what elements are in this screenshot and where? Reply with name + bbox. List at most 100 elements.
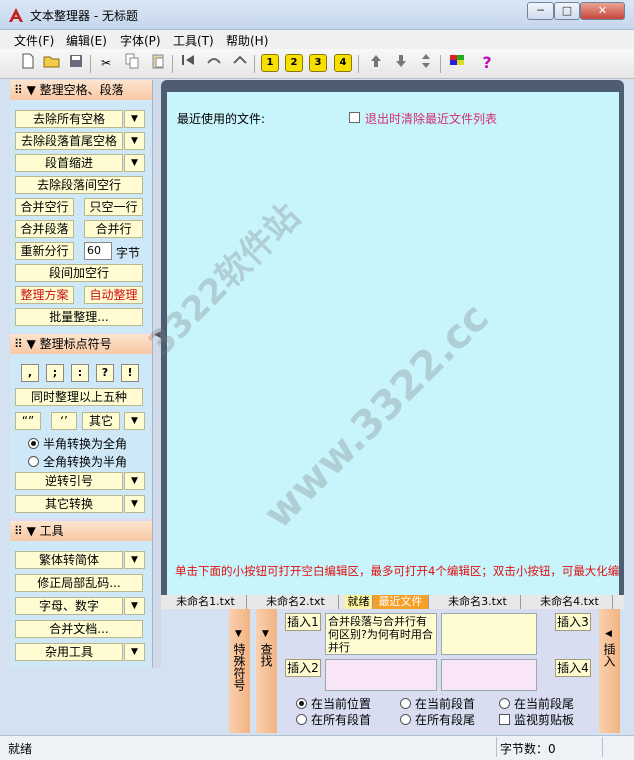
other-convert-button[interactable]: 其它转换 (15, 495, 123, 513)
insert3-button[interactable]: 插入3 (555, 613, 591, 631)
section-format-header[interactable]: ⠿ ▼ 整理空格、段落 (10, 80, 152, 100)
paste-icon[interactable] (148, 53, 168, 73)
maximize-button[interactable]: □ (554, 2, 580, 20)
help-icon[interactable]: ? (477, 53, 497, 73)
new-file-icon[interactable] (18, 53, 38, 73)
exclaim-button[interactable]: ! (121, 364, 139, 382)
tab-recent-files[interactable]: 最近文件 (373, 595, 429, 609)
merge-paragraphs-button[interactable]: 合并段落 (15, 220, 74, 238)
menu-bar: 文件(F) 编辑(E) 字体(P) 工具(T) 帮助(H) (0, 30, 634, 49)
editor-3-button[interactable]: 3 (309, 54, 327, 72)
tab-untitled-3[interactable]: 未命名3.txt (435, 595, 521, 609)
resplit-button[interactable]: 重新分行 (15, 242, 74, 260)
special-symbols-strip[interactable]: ▼ 特殊符号 (229, 609, 250, 733)
editor-area[interactable]: 最近使用的文件: 退出时清除最近文件列表 单击下面的小按钮可打开空白编辑区，最多… (167, 92, 619, 595)
minimize-button[interactable]: ─ (527, 2, 554, 20)
cut-icon[interactable]: ✂ (96, 53, 116, 73)
copy-icon[interactable] (122, 53, 142, 73)
letters-numbers-button[interactable]: 字母、数字 (15, 597, 123, 615)
all-start-radio[interactable] (296, 714, 307, 725)
merge-lines-button[interactable]: 合并行 (84, 220, 143, 238)
undo-icon[interactable] (204, 53, 224, 73)
insert4-button[interactable]: 插入4 (555, 659, 591, 677)
trad-to-simp-button[interactable]: 繁体转简体 (15, 551, 123, 569)
para-end-radio[interactable] (499, 698, 510, 709)
open-folder-icon[interactable] (42, 53, 62, 73)
remove-head-tail-spaces-button[interactable]: 去除段落首尾空格 (15, 132, 123, 150)
section-punct-header[interactable]: ⠿ ▼ 整理标点符号 (10, 334, 152, 354)
insert2-button[interactable]: 插入2 (285, 659, 321, 677)
only-one-blank-button[interactable]: 只空一行 (84, 198, 143, 216)
question-button[interactable]: ? (96, 364, 114, 382)
menu-help[interactable]: 帮助(H) (226, 32, 268, 49)
single-quote-button[interactable]: ‘’ (51, 412, 77, 430)
menu-file[interactable]: 文件(F) (14, 32, 54, 49)
close-button[interactable]: ✕ (580, 2, 625, 20)
chevron-down-icon[interactable]: ▼ (124, 110, 145, 128)
chevron-down-icon[interactable]: ▼ (124, 643, 145, 661)
merge-docs-button[interactable]: 合并文档... (15, 620, 143, 638)
all-end-radio[interactable] (400, 714, 411, 725)
misc-tools-button[interactable]: 杂用工具 (15, 643, 123, 661)
chevron-down-icon[interactable]: ▼ (124, 154, 145, 172)
insert2-memo[interactable] (325, 659, 437, 691)
reverse-quotes-button[interactable]: 逆转引号 (15, 472, 123, 490)
full-to-half-radio[interactable] (28, 456, 39, 467)
apply-five-button[interactable]: 同时整理以上五种 (15, 388, 143, 406)
insert4-memo[interactable] (441, 659, 537, 691)
other-punct-button[interactable]: 其它 (82, 412, 120, 430)
tab-untitled-1[interactable]: 未命名1.txt (165, 595, 247, 609)
half-to-full-radio[interactable] (28, 438, 39, 449)
arrow-updown-icon[interactable] (416, 53, 436, 73)
chevron-down-icon[interactable]: ▼ (124, 597, 145, 615)
double-quote-button[interactable]: “” (15, 412, 41, 430)
panel-splitter[interactable]: ◀ (152, 80, 161, 668)
color-palette-icon[interactable] (447, 53, 467, 73)
semicolon-button[interactable]: ; (46, 364, 64, 382)
chevron-down-icon[interactable]: ▼ (124, 472, 145, 490)
fix-garbled-button[interactable]: 修正局部乱码... (15, 574, 143, 592)
monitor-clipboard-checkbox[interactable] (499, 714, 510, 725)
comma-button[interactable]: , (21, 364, 39, 382)
colon-button[interactable]: : (71, 364, 89, 382)
remove-all-spaces-button[interactable]: 去除所有空格 (15, 110, 123, 128)
merge-blank-lines-button[interactable]: 合并空行 (15, 198, 74, 216)
chevron-down-icon[interactable]: ▼ (124, 551, 145, 569)
editor-2-button[interactable]: 2 (285, 54, 303, 72)
auto-format-button[interactable]: 自动整理 (84, 286, 143, 304)
editor-tabs: 未命名1.txt 未命名2.txt 就绪 最近文件 未命名3.txt 未命名4.… (161, 595, 624, 609)
chevron-down-icon[interactable]: ▼ (124, 495, 145, 513)
insert3-memo[interactable] (441, 613, 537, 655)
tab-untitled-4[interactable]: 未命名4.txt (527, 595, 613, 609)
special-symbols-label: 特殊符号 (232, 643, 246, 691)
add-blank-lines-button[interactable]: 段间加空行 (15, 264, 143, 282)
para-start-radio[interactable] (400, 698, 411, 709)
resplit-bytes-input[interactable]: 60 (84, 242, 112, 260)
format-scheme-button[interactable]: 整理方案 (15, 286, 74, 304)
insert-strip[interactable]: ◀ 插入 (599, 609, 620, 733)
goto-start-icon[interactable] (178, 53, 198, 73)
section-tools-header[interactable]: ⠿ ▼ 工具 (10, 521, 152, 541)
tab-untitled-2[interactable]: 未命名2.txt (253, 595, 339, 609)
menu-edit[interactable]: 编辑(E) (66, 32, 107, 49)
clear-on-exit-checkbox[interactable] (349, 112, 360, 123)
insert1-button[interactable]: 插入1 (285, 613, 321, 631)
chevron-down-icon[interactable]: ▼ (124, 132, 145, 150)
menu-tools[interactable]: 工具(T) (173, 32, 214, 49)
editor-1-button[interactable]: 1 (261, 54, 279, 72)
grip-icon: ⠿ ▼ (14, 83, 40, 97)
remove-blank-lines-button[interactable]: 去除段落间空行 (15, 176, 143, 194)
arrow-up-icon[interactable] (366, 53, 386, 73)
indent-button[interactable]: 段首缩进 (15, 154, 123, 172)
redo-icon[interactable] (230, 53, 250, 73)
save-icon[interactable] (66, 53, 86, 73)
current-position-radio[interactable] (296, 698, 307, 709)
tab-ready[interactable]: 就绪 (345, 595, 373, 609)
arrow-down-icon[interactable] (391, 53, 411, 73)
menu-font[interactable]: 字体(P) (120, 32, 161, 49)
editor-4-button[interactable]: 4 (334, 54, 352, 72)
insert1-memo[interactable]: 合并段落与合并行有何区别?为何有时用合并行 (325, 613, 437, 655)
chevron-down-icon[interactable]: ▼ (124, 412, 145, 430)
find-strip[interactable]: ▼ 查找 (256, 609, 277, 733)
batch-format-button[interactable]: 批量整理... (15, 308, 143, 326)
